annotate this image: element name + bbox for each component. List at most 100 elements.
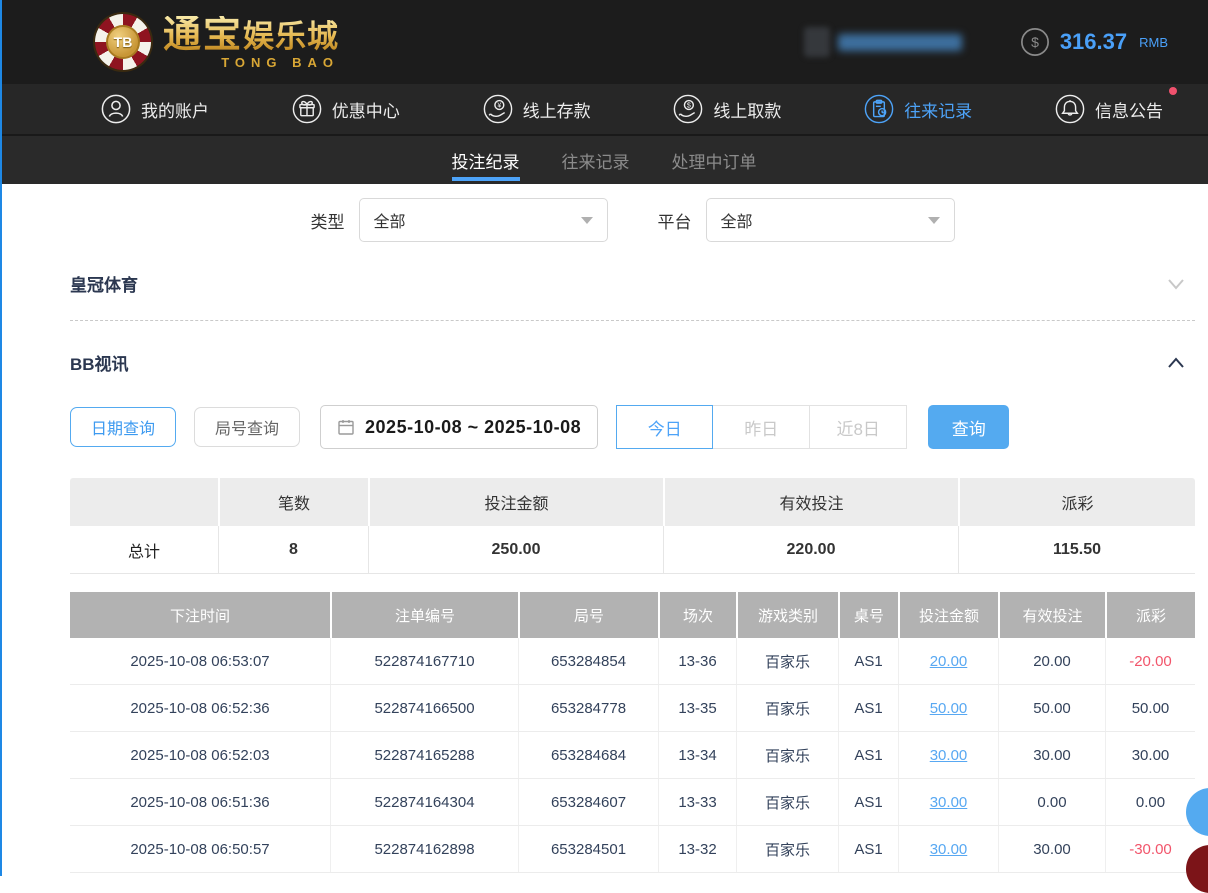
bet-amount-link[interactable]: 30.00 xyxy=(930,747,968,764)
nav-announcements[interactable]: 信息公告 xyxy=(1054,93,1163,125)
tab-bet-records[interactable]: 投注纪录 xyxy=(452,136,520,184)
nav-transaction-records[interactable]: 往来记录 xyxy=(863,93,972,125)
cell-round-no: 653284501 xyxy=(518,826,658,872)
left-edge-accent xyxy=(0,0,2,876)
username-area[interactable] xyxy=(804,27,962,57)
balance-display[interactable]: $ 316.37 RMB xyxy=(1020,27,1168,57)
platform-filter-select[interactable]: 全部 xyxy=(706,198,955,242)
bet-amount-link[interactable]: 20.00 xyxy=(930,653,968,670)
bet-records-table: 下注时间 注单编号 局号 场次 游戏类别 桌号 投注金额 有效投注 派彩 202… xyxy=(70,592,1195,873)
balance-amount: 316.37 xyxy=(1060,29,1127,55)
cell-payout: 30.00 xyxy=(1105,732,1195,778)
summary-header-valid-bet: 有效投注 xyxy=(663,478,958,526)
summary-header-row: 笔数 投注金额 有效投注 派彩 xyxy=(70,478,1195,526)
cell-session: 13-33 xyxy=(658,779,736,825)
nav-label: 优惠中心 xyxy=(332,97,400,122)
svg-text:$: $ xyxy=(1031,34,1039,50)
cell-time: 2025-10-08 06:50:57 xyxy=(70,826,330,872)
username-blurred xyxy=(838,34,962,51)
cell-session: 13-34 xyxy=(658,732,736,778)
calendar-icon xyxy=(337,418,355,436)
cell-payout: -20.00 xyxy=(1105,638,1195,684)
cell-valid-bet: 30.00 xyxy=(998,732,1105,778)
nav-online-deposit[interactable]: ¥ 线上存款 xyxy=(482,93,591,125)
date-range-picker[interactable]: 2025-10-08 ~ 2025-10-08 xyxy=(320,405,598,449)
cell-game-type: 百家乐 xyxy=(736,826,838,872)
chevron-down-icon xyxy=(581,217,593,224)
cell-table-no: AS1 xyxy=(838,826,898,872)
col-header-valid-bet: 有效投注 xyxy=(998,592,1105,638)
record-tabs: 投注纪录 往来记录 处理中订单 xyxy=(0,136,1208,184)
query-toolbar: 日期查询 局号查询 2025-10-08 ~ 2025-10-08 今日 昨日 … xyxy=(70,405,1195,449)
cell-payout: 50.00 xyxy=(1105,685,1195,731)
dollar-coin-icon: $ xyxy=(1020,27,1050,57)
quick-date-group: 今日 昨日 近8日 xyxy=(616,405,907,449)
cell-order-no: 522874166500 xyxy=(330,685,518,731)
platform-filter-label: 平台 xyxy=(658,208,692,233)
poker-chip-icon: TB xyxy=(95,14,151,70)
nav-label: 我的账户 xyxy=(141,97,209,122)
chevron-down-icon xyxy=(1165,273,1187,295)
nav-label: 信息公告 xyxy=(1095,97,1163,122)
bb-video-title: BB视讯 xyxy=(70,350,129,375)
summary-header-payout: 派彩 xyxy=(958,478,1195,526)
nav-my-account[interactable]: 我的账户 xyxy=(100,93,209,125)
tab-pending-orders[interactable]: 处理中订单 xyxy=(672,136,757,184)
bell-icon xyxy=(1054,93,1086,125)
last-8-days-button[interactable]: 近8日 xyxy=(810,405,907,449)
balance-currency: RMB xyxy=(1139,35,1168,50)
nav-promotions[interactable]: 优惠中心 xyxy=(291,93,400,125)
platform-filter-value: 全部 xyxy=(721,208,753,232)
nav-online-withdrawal[interactable]: $ 线上取款 xyxy=(672,93,781,125)
col-header-bet-amount: 投注金额 xyxy=(898,592,998,638)
table-header-row: 下注时间 注单编号 局号 场次 游戏类别 桌号 投注金额 有效投注 派彩 xyxy=(70,592,1195,638)
nav-label: 线上存款 xyxy=(523,97,591,122)
bet-amount-link[interactable]: 50.00 xyxy=(930,700,968,717)
date-query-button[interactable]: 日期查询 xyxy=(70,407,176,447)
cell-session: 13-36 xyxy=(658,638,736,684)
summary-count-value: 8 xyxy=(218,526,368,573)
section-bb-video[interactable]: BB视讯 xyxy=(70,321,1195,389)
search-button[interactable]: 查询 xyxy=(928,405,1009,449)
svg-text:¥: ¥ xyxy=(497,102,501,110)
chevron-up-icon xyxy=(1165,352,1187,374)
cell-table-no: AS1 xyxy=(838,638,898,684)
table-row: 2025-10-08 06:51:36 522874164304 6532846… xyxy=(70,779,1195,826)
type-filter-label: 类型 xyxy=(311,208,345,233)
cell-valid-bet: 30.00 xyxy=(998,826,1105,872)
svg-text:$: $ xyxy=(687,102,691,110)
cell-round-no: 653284684 xyxy=(518,732,658,778)
cell-payout: 0.00 xyxy=(1105,779,1195,825)
bet-amount-link[interactable]: 30.00 xyxy=(930,841,968,858)
logo-title-main: 通宝 xyxy=(163,14,243,56)
summary-header-blank xyxy=(70,478,218,526)
round-query-button[interactable]: 局号查询 xyxy=(194,407,300,447)
table-row: 2025-10-08 06:52:03 522874165288 6532846… xyxy=(70,732,1195,779)
cell-round-no: 653284607 xyxy=(518,779,658,825)
crown-sports-title: 皇冠体育 xyxy=(70,271,138,296)
summary-table: 笔数 投注金额 有效投注 派彩 总计 8 250.00 220.00 115.5… xyxy=(70,478,1195,574)
nav-label: 线上取款 xyxy=(713,97,781,122)
cell-game-type: 百家乐 xyxy=(736,732,838,778)
summary-bet-amount-value: 250.00 xyxy=(368,526,663,573)
col-header-time: 下注时间 xyxy=(70,592,330,638)
summary-payout-value: 115.50 xyxy=(958,526,1195,573)
summary-header-bet-amount: 投注金额 xyxy=(368,478,663,526)
table-row: 2025-10-08 06:52:36 522874166500 6532847… xyxy=(70,685,1195,732)
today-button[interactable]: 今日 xyxy=(616,405,713,449)
site-logo[interactable]: TB 通宝娱乐城 TONG BAO xyxy=(95,14,339,70)
cell-round-no: 653284778 xyxy=(518,685,658,731)
cell-time: 2025-10-08 06:52:36 xyxy=(70,685,330,731)
yesterday-button[interactable]: 昨日 xyxy=(713,405,810,449)
summary-header-count: 笔数 xyxy=(218,478,368,526)
tab-transaction-records[interactable]: 往来记录 xyxy=(562,136,630,184)
cell-session: 13-32 xyxy=(658,826,736,872)
avatar xyxy=(804,27,830,57)
date-range-value: 2025-10-08 ~ 2025-10-08 xyxy=(365,417,581,438)
nav-label: 往来记录 xyxy=(904,97,972,122)
bet-amount-link[interactable]: 30.00 xyxy=(930,794,968,811)
col-header-payout: 派彩 xyxy=(1105,592,1195,638)
section-crown-sports[interactable]: 皇冠体育 xyxy=(70,242,1195,321)
type-filter-select[interactable]: 全部 xyxy=(359,198,608,242)
summary-total-row: 总计 8 250.00 220.00 115.50 xyxy=(70,526,1195,574)
